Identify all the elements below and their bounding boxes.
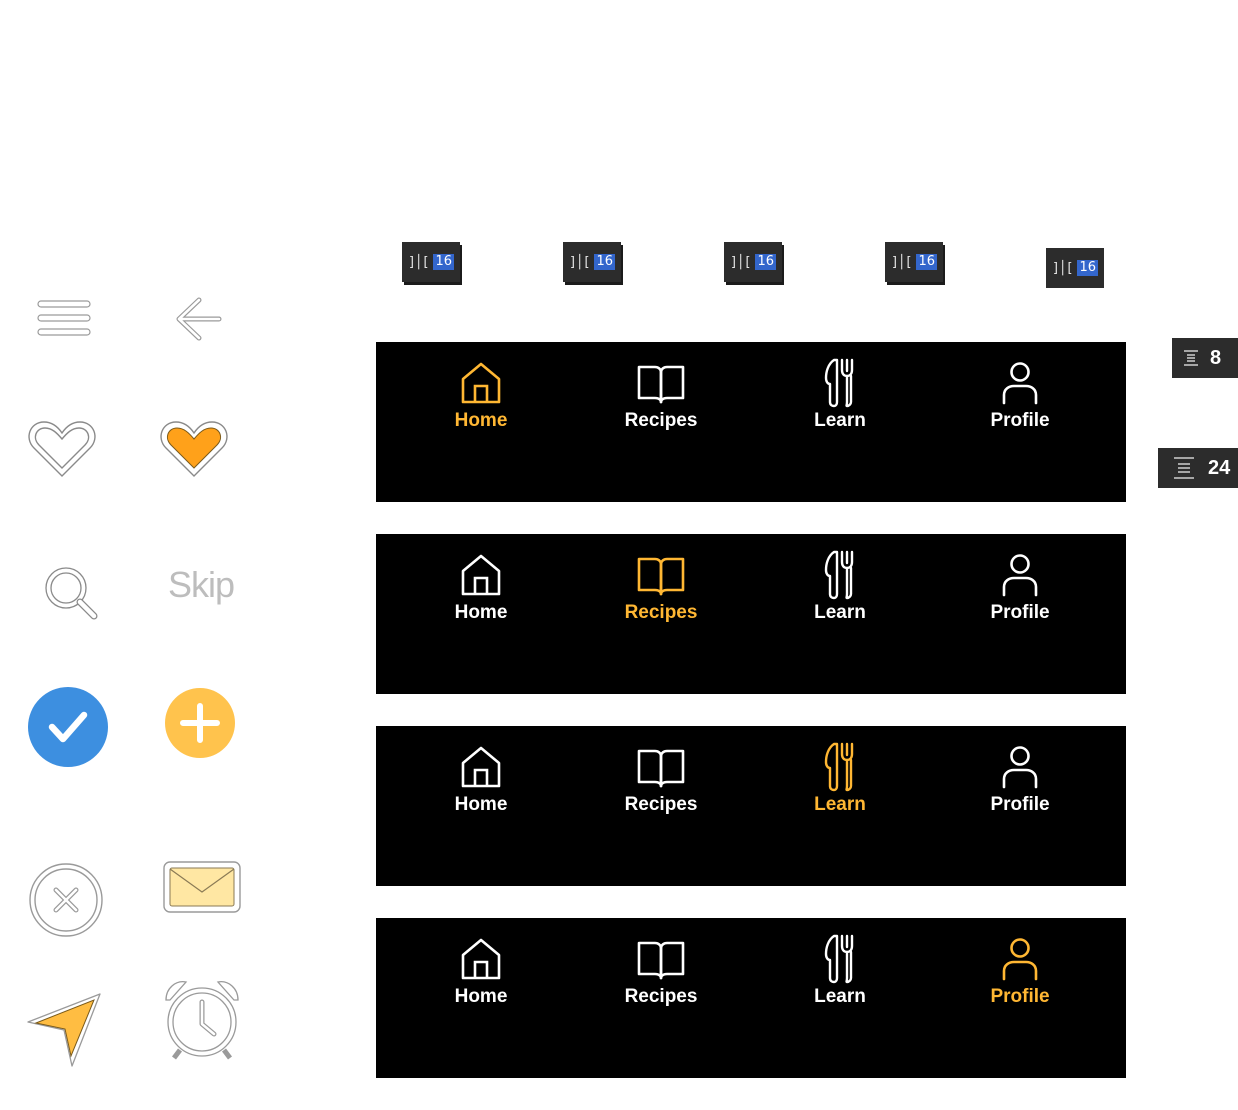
book-icon [636, 550, 686, 600]
home-icon [460, 742, 502, 792]
user-icon [1000, 742, 1040, 792]
gap-badge: 24 [1158, 448, 1238, 488]
tab-recipes[interactable]: Recipes [571, 918, 751, 1028]
home-icon [460, 358, 502, 408]
mail-icon[interactable] [162, 860, 242, 914]
spacing-badge: ]│[ 16 [724, 242, 782, 282]
tab-label: Home [454, 986, 508, 1007]
tab-label: Profile [990, 602, 1050, 623]
tab-bar: Home Recipes Learn Profile [376, 918, 1126, 1078]
spacing-glyph: ]│[ [890, 254, 913, 270]
tab-label: Learn [814, 986, 866, 1007]
heart-outline-icon[interactable] [26, 418, 98, 482]
tab-learn[interactable]: Learn [750, 918, 930, 1028]
heart-filled-icon[interactable] [158, 418, 230, 482]
spacing-value: 16 [1077, 260, 1099, 276]
tab-profile[interactable]: Profile [930, 342, 1110, 452]
tab-learn[interactable]: Learn [750, 534, 930, 644]
tab-learn[interactable]: Learn [750, 342, 930, 452]
vertical-spacing-icon [1174, 457, 1194, 479]
tab-learn[interactable]: Learn [750, 726, 930, 836]
spacing-value: 16 [755, 254, 777, 270]
spacing-badge: ]│[ 16 [563, 242, 621, 282]
spacing-value: 16 [594, 254, 616, 270]
tab-label: Recipes [624, 794, 698, 815]
send-icon[interactable] [24, 990, 104, 1070]
book-icon [636, 934, 686, 984]
tab-label: Home [454, 602, 508, 623]
tab-home[interactable]: Home [391, 726, 571, 836]
tab-profile[interactable]: Profile [930, 534, 1110, 644]
tab-label: Recipes [624, 410, 698, 431]
tab-recipes[interactable]: Recipes [571, 726, 751, 836]
tab-label: Profile [990, 986, 1050, 1007]
tab-bar: Home Recipes Learn Profile [376, 342, 1126, 502]
arrow-left-icon[interactable] [172, 296, 224, 342]
cutlery-icon [824, 742, 856, 792]
tab-label: Profile [990, 794, 1050, 815]
skip-button[interactable]: Skip [164, 560, 238, 610]
tab-label: Learn [814, 794, 866, 815]
cutlery-icon [824, 934, 856, 984]
user-icon [1000, 358, 1040, 408]
tab-bar: Home Recipes Learn Profile [376, 534, 1126, 694]
spacing-value: 16 [433, 254, 455, 270]
user-icon [1000, 934, 1040, 984]
tab-profile[interactable]: Profile [930, 726, 1110, 836]
check-circle-icon[interactable] [28, 687, 108, 767]
spacing-badge: ]│[ 16 [402, 242, 460, 282]
gap-badge: 8 [1172, 338, 1238, 378]
home-icon [460, 550, 502, 600]
spacing-glyph: ]│[ [407, 254, 430, 270]
spacing-glyph: ]│[ [568, 254, 591, 270]
tab-label: Learn [814, 410, 866, 431]
tab-label: Recipes [624, 602, 698, 623]
book-icon [636, 742, 686, 792]
user-icon [1000, 550, 1040, 600]
gap-value: 8 [1210, 346, 1222, 369]
alarm-icon[interactable] [160, 978, 244, 1062]
tab-label: Learn [814, 602, 866, 623]
spacing-glyph: ]│[ [1051, 260, 1074, 276]
plus-circle-icon[interactable] [165, 688, 235, 758]
tab-label: Home [454, 410, 508, 431]
skip-label: Skip [167, 564, 235, 605]
tab-home[interactable]: Home [391, 342, 571, 452]
spacing-badge: ]│[ 16 [885, 242, 943, 282]
tab-profile[interactable]: Profile [930, 918, 1110, 1028]
close-circle-icon[interactable] [28, 862, 104, 938]
book-icon [636, 358, 686, 408]
tab-home[interactable]: Home [391, 918, 571, 1028]
tab-recipes[interactable]: Recipes [571, 534, 751, 644]
tab-label: Profile [990, 410, 1050, 431]
tab-label: Home [454, 794, 508, 815]
cutlery-icon [824, 358, 856, 408]
spacing-value: 16 [916, 254, 938, 270]
home-icon [460, 934, 502, 984]
vertical-spacing-icon [1184, 350, 1198, 366]
gap-value: 24 [1208, 456, 1231, 479]
search-icon[interactable] [40, 562, 100, 622]
tab-recipes[interactable]: Recipes [571, 342, 751, 452]
spacing-badge: ]│[ 16 [1046, 248, 1104, 288]
tab-bar: Home Recipes Learn Profile [376, 726, 1126, 886]
spacing-glyph: ]│[ [729, 254, 752, 270]
cutlery-icon [824, 550, 856, 600]
tab-label: Recipes [624, 986, 698, 1007]
tab-home[interactable]: Home [391, 534, 571, 644]
menu-icon[interactable] [34, 296, 94, 340]
